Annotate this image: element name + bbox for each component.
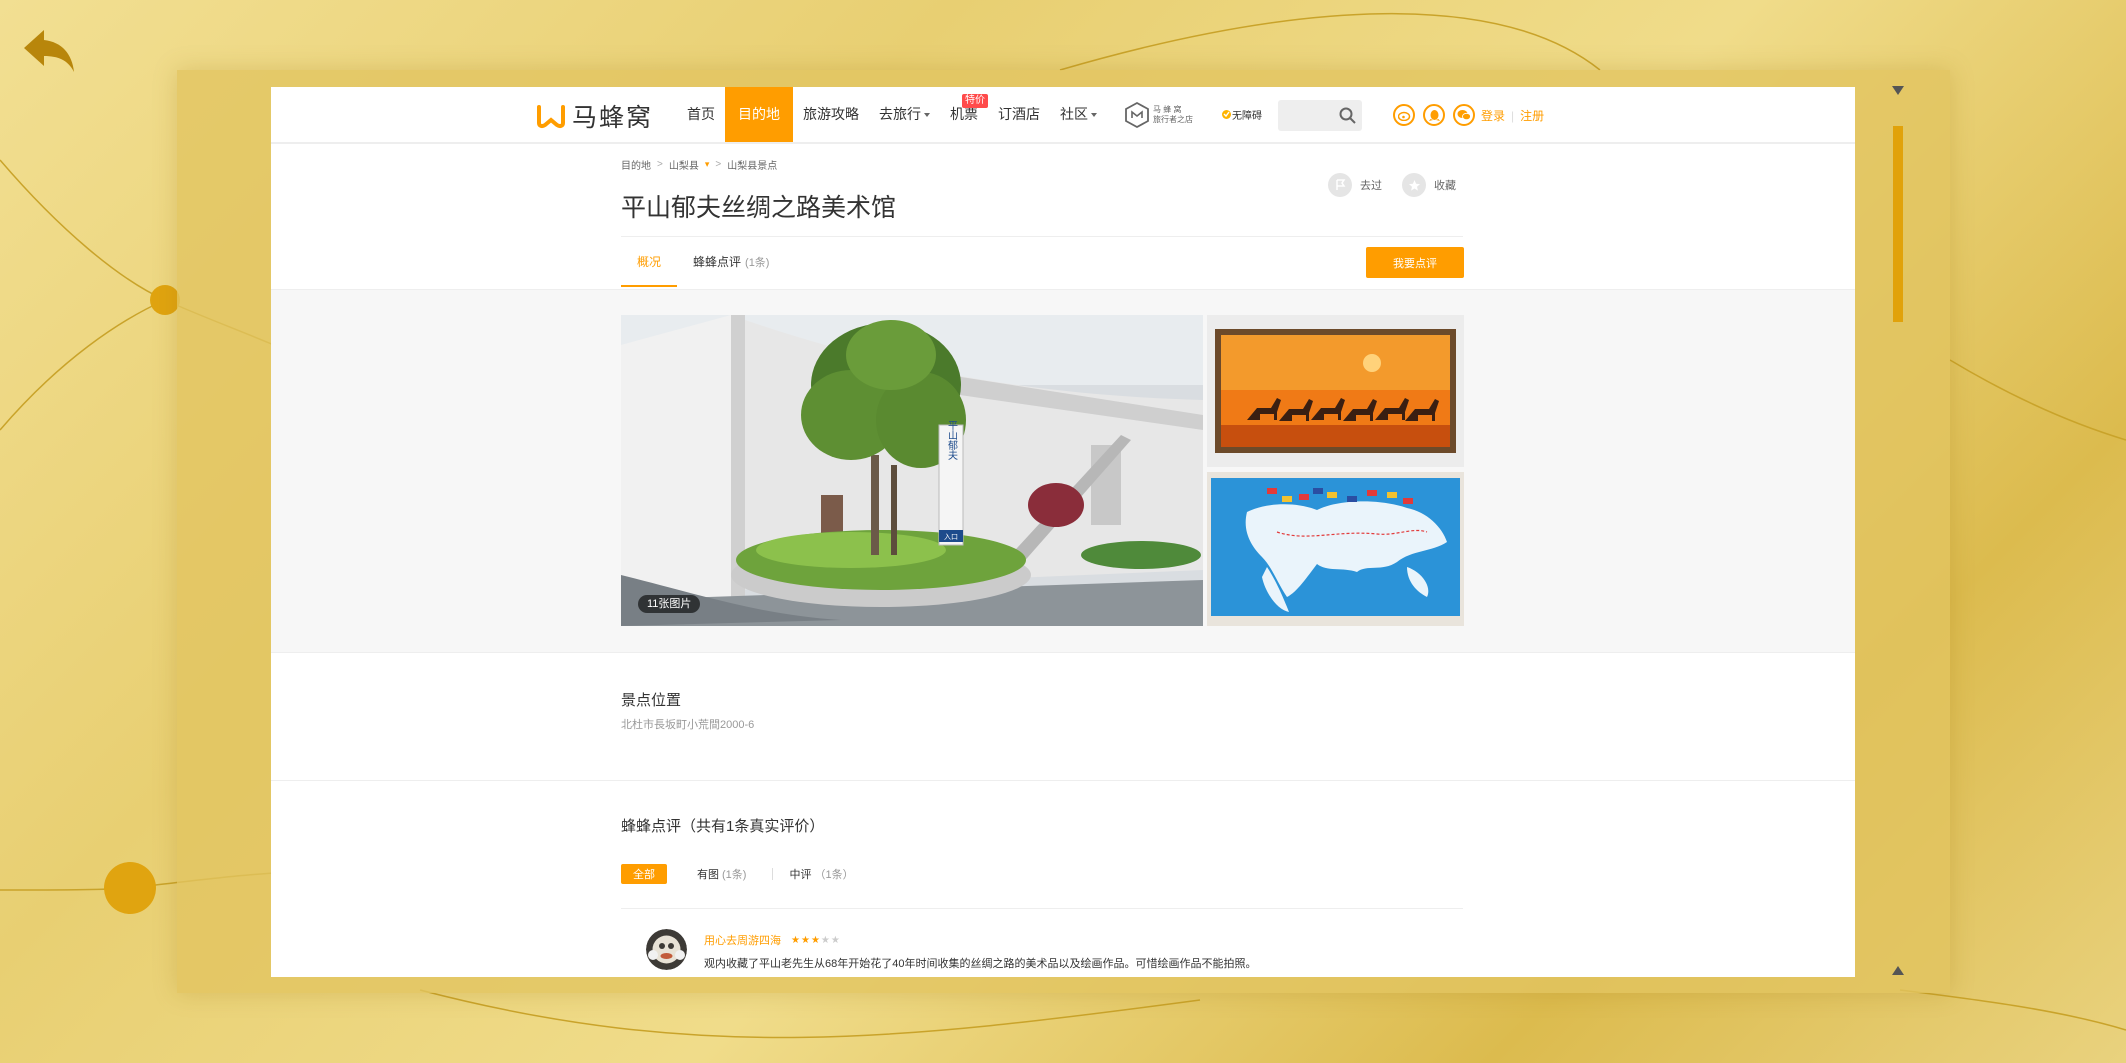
filter-separator bbox=[772, 868, 774, 880]
search-box[interactable] bbox=[1278, 100, 1362, 131]
favorite-button[interactable]: 收藏 bbox=[1402, 173, 1456, 197]
nav-community-label: 社区 bbox=[1060, 106, 1088, 122]
shop-hexagon-icon bbox=[1125, 101, 1149, 129]
star-icon: ★ bbox=[800, 934, 811, 946]
wechat-icon[interactable] bbox=[1453, 104, 1475, 126]
special-offer-badge: 特价 bbox=[962, 94, 988, 108]
been-there-label: 去过 bbox=[1360, 180, 1382, 192]
star-icon: ★ bbox=[810, 934, 821, 946]
avatar[interactable] bbox=[646, 929, 687, 970]
side-photo-silk-road-map[interactable] bbox=[1207, 472, 1464, 626]
tab-reviews-count: (1条) bbox=[745, 257, 770, 269]
location-title: 景点位置 bbox=[621, 692, 682, 709]
scroll-thumb[interactable] bbox=[1893, 126, 1903, 322]
tab-reviews-label: 蜂蜂点评 bbox=[693, 255, 742, 269]
write-review-button[interactable]: 我要点评 bbox=[1366, 247, 1464, 278]
nav-flights[interactable]: 机票 特价 bbox=[940, 87, 988, 142]
logo-text: 马蜂窝 bbox=[572, 104, 654, 132]
site-header: 马蜂窝 首页 目的地 旅游攻略 去旅行 机票 特价 订酒店 社区 马 蜂 窝 旅行… bbox=[271, 87, 1855, 144]
filter-with-photos-count: (1条) bbox=[722, 869, 747, 881]
camel-painting-image bbox=[1207, 315, 1464, 467]
auth-separator: | bbox=[1511, 108, 1515, 123]
nav-hotels[interactable]: 订酒店 bbox=[988, 87, 1050, 142]
chevron-down-icon bbox=[1091, 113, 1097, 118]
review-text: 观内收藏了平山老先生从68年开始花了40年时间收集的丝绸之路的美术品以及绘画作品… bbox=[704, 958, 1257, 970]
reviews-title: 蜂蜂点评（共有1条真实评价） bbox=[621, 818, 825, 835]
nav-travel-guide[interactable]: 旅游攻略 bbox=[793, 87, 869, 142]
filter-all[interactable]: 全部 bbox=[621, 864, 667, 884]
filter-with-photos[interactable]: 有图 (1条) bbox=[697, 866, 746, 882]
main-nav: 首页 目的地 旅游攻略 去旅行 机票 特价 订酒店 社区 bbox=[677, 87, 1107, 142]
breadcrumb-attractions[interactable]: 山梨县景点 bbox=[727, 157, 777, 172]
star-icon: ★ bbox=[820, 934, 831, 946]
chevron-down-icon[interactable]: ▾ bbox=[705, 159, 710, 170]
tab-reviews[interactable]: 蜂蜂点评 (1条) bbox=[677, 237, 785, 287]
review-item: 用心去周游四海 ★★★★★ bbox=[704, 932, 841, 948]
entrance-sign-text: 入口 bbox=[944, 533, 958, 541]
qq-icon[interactable] bbox=[1423, 104, 1445, 126]
nav-flights-label: 机票 bbox=[950, 106, 978, 122]
scroll-down-icon[interactable] bbox=[1892, 966, 1904, 975]
star-icon bbox=[1402, 173, 1426, 197]
mfw-shop-line2: 旅行者之店 bbox=[1153, 115, 1193, 124]
scrollbar[interactable] bbox=[1890, 84, 1906, 977]
nav-home[interactable]: 首页 bbox=[677, 87, 725, 142]
photo-count-badge[interactable]: 11张图片 bbox=[638, 595, 701, 613]
login-link[interactable]: 登录 bbox=[1481, 107, 1505, 124]
page-viewport: 马蜂窝 首页 目的地 旅游攻略 去旅行 机票 特价 订酒店 社区 马 蜂 窝 旅行… bbox=[271, 87, 1855, 977]
nav-go-travel-label: 去旅行 bbox=[879, 106, 921, 122]
flag-icon bbox=[1328, 173, 1352, 197]
museum-sign-text: 平山郁夫 bbox=[946, 420, 958, 461]
filter-neutral-count: （1条） bbox=[814, 869, 854, 881]
museum-building-image: 平山郁夫 入口 bbox=[621, 315, 1203, 626]
weibo-icon[interactable] bbox=[1393, 104, 1415, 126]
chevron-right-icon: > bbox=[715, 159, 722, 170]
nav-destination[interactable]: 目的地 bbox=[725, 87, 793, 142]
nav-community[interactable]: 社区 bbox=[1050, 87, 1107, 142]
rating-stars: ★★★★★ bbox=[791, 935, 841, 946]
chevron-right-icon: > bbox=[657, 159, 663, 170]
divider bbox=[621, 908, 1463, 909]
social-login bbox=[1393, 104, 1475, 126]
user-avatar-image bbox=[646, 929, 687, 970]
star-icon: ★ bbox=[791, 934, 801, 946]
search-icon[interactable] bbox=[1339, 107, 1356, 124]
breadcrumb-destination[interactable]: 目的地 bbox=[621, 157, 651, 172]
filter-neutral[interactable]: 中评 （1条） bbox=[789, 866, 853, 882]
side-photo-camel-painting[interactable] bbox=[1207, 315, 1464, 467]
scroll-up-icon[interactable] bbox=[1892, 86, 1904, 95]
page-title: 平山郁夫丝绸之路美术馆 bbox=[621, 194, 897, 222]
accessibility-link[interactable]: 无障碍 bbox=[1221, 107, 1262, 122]
divider bbox=[271, 780, 1855, 781]
silk-road-map-image bbox=[1207, 472, 1464, 626]
nav-go-travel[interactable]: 去旅行 bbox=[869, 87, 940, 142]
back-arrow-icon[interactable] bbox=[22, 24, 78, 80]
poi-tabs: 概况 蜂蜂点评 (1条) bbox=[621, 237, 785, 287]
chevron-down-icon bbox=[924, 113, 930, 118]
main-photo[interactable]: 平山郁夫 入口 bbox=[621, 315, 1203, 626]
accessibility-icon bbox=[1222, 110, 1231, 119]
mfw-shop-text: 马 蜂 窝 旅行者之店 bbox=[1153, 105, 1197, 125]
been-there-button[interactable]: 去过 bbox=[1328, 173, 1382, 197]
site-logo[interactable]: 马蜂窝 bbox=[536, 100, 653, 132]
register-link[interactable]: 注册 bbox=[1520, 107, 1544, 124]
auth-links: 登录 | 注册 bbox=[1481, 107, 1544, 124]
breadcrumb: 目的地 > 山梨县 ▾ > 山梨县景点 bbox=[621, 157, 777, 172]
filter-neutral-label: 中评 bbox=[789, 869, 812, 881]
reviewer-name[interactable]: 用心去周游四海 bbox=[704, 932, 781, 948]
review-filters: 全部 有图 (1条) 中评 （1条） bbox=[621, 864, 880, 884]
tab-overview[interactable]: 概况 bbox=[621, 237, 678, 287]
mfw-shop-line1: 马 蜂 窝 bbox=[1153, 105, 1182, 114]
accessibility-label: 无障碍 bbox=[1232, 111, 1262, 122]
mfw-shop-link[interactable]: 马 蜂 窝 旅行者之店 bbox=[1124, 101, 1197, 129]
favorite-label: 收藏 bbox=[1434, 180, 1456, 192]
poi-actions: 去过 收藏 bbox=[1328, 173, 1456, 197]
filter-with-photos-label: 有图 bbox=[697, 869, 719, 881]
mafengwo-logo-icon bbox=[537, 105, 565, 129]
search-input[interactable] bbox=[1278, 100, 1338, 131]
location-address: 北杜市長坂町小荒間2000-6 bbox=[621, 719, 755, 731]
star-icon: ★ bbox=[830, 934, 841, 946]
breadcrumb-region[interactable]: 山梨县 bbox=[669, 157, 699, 172]
